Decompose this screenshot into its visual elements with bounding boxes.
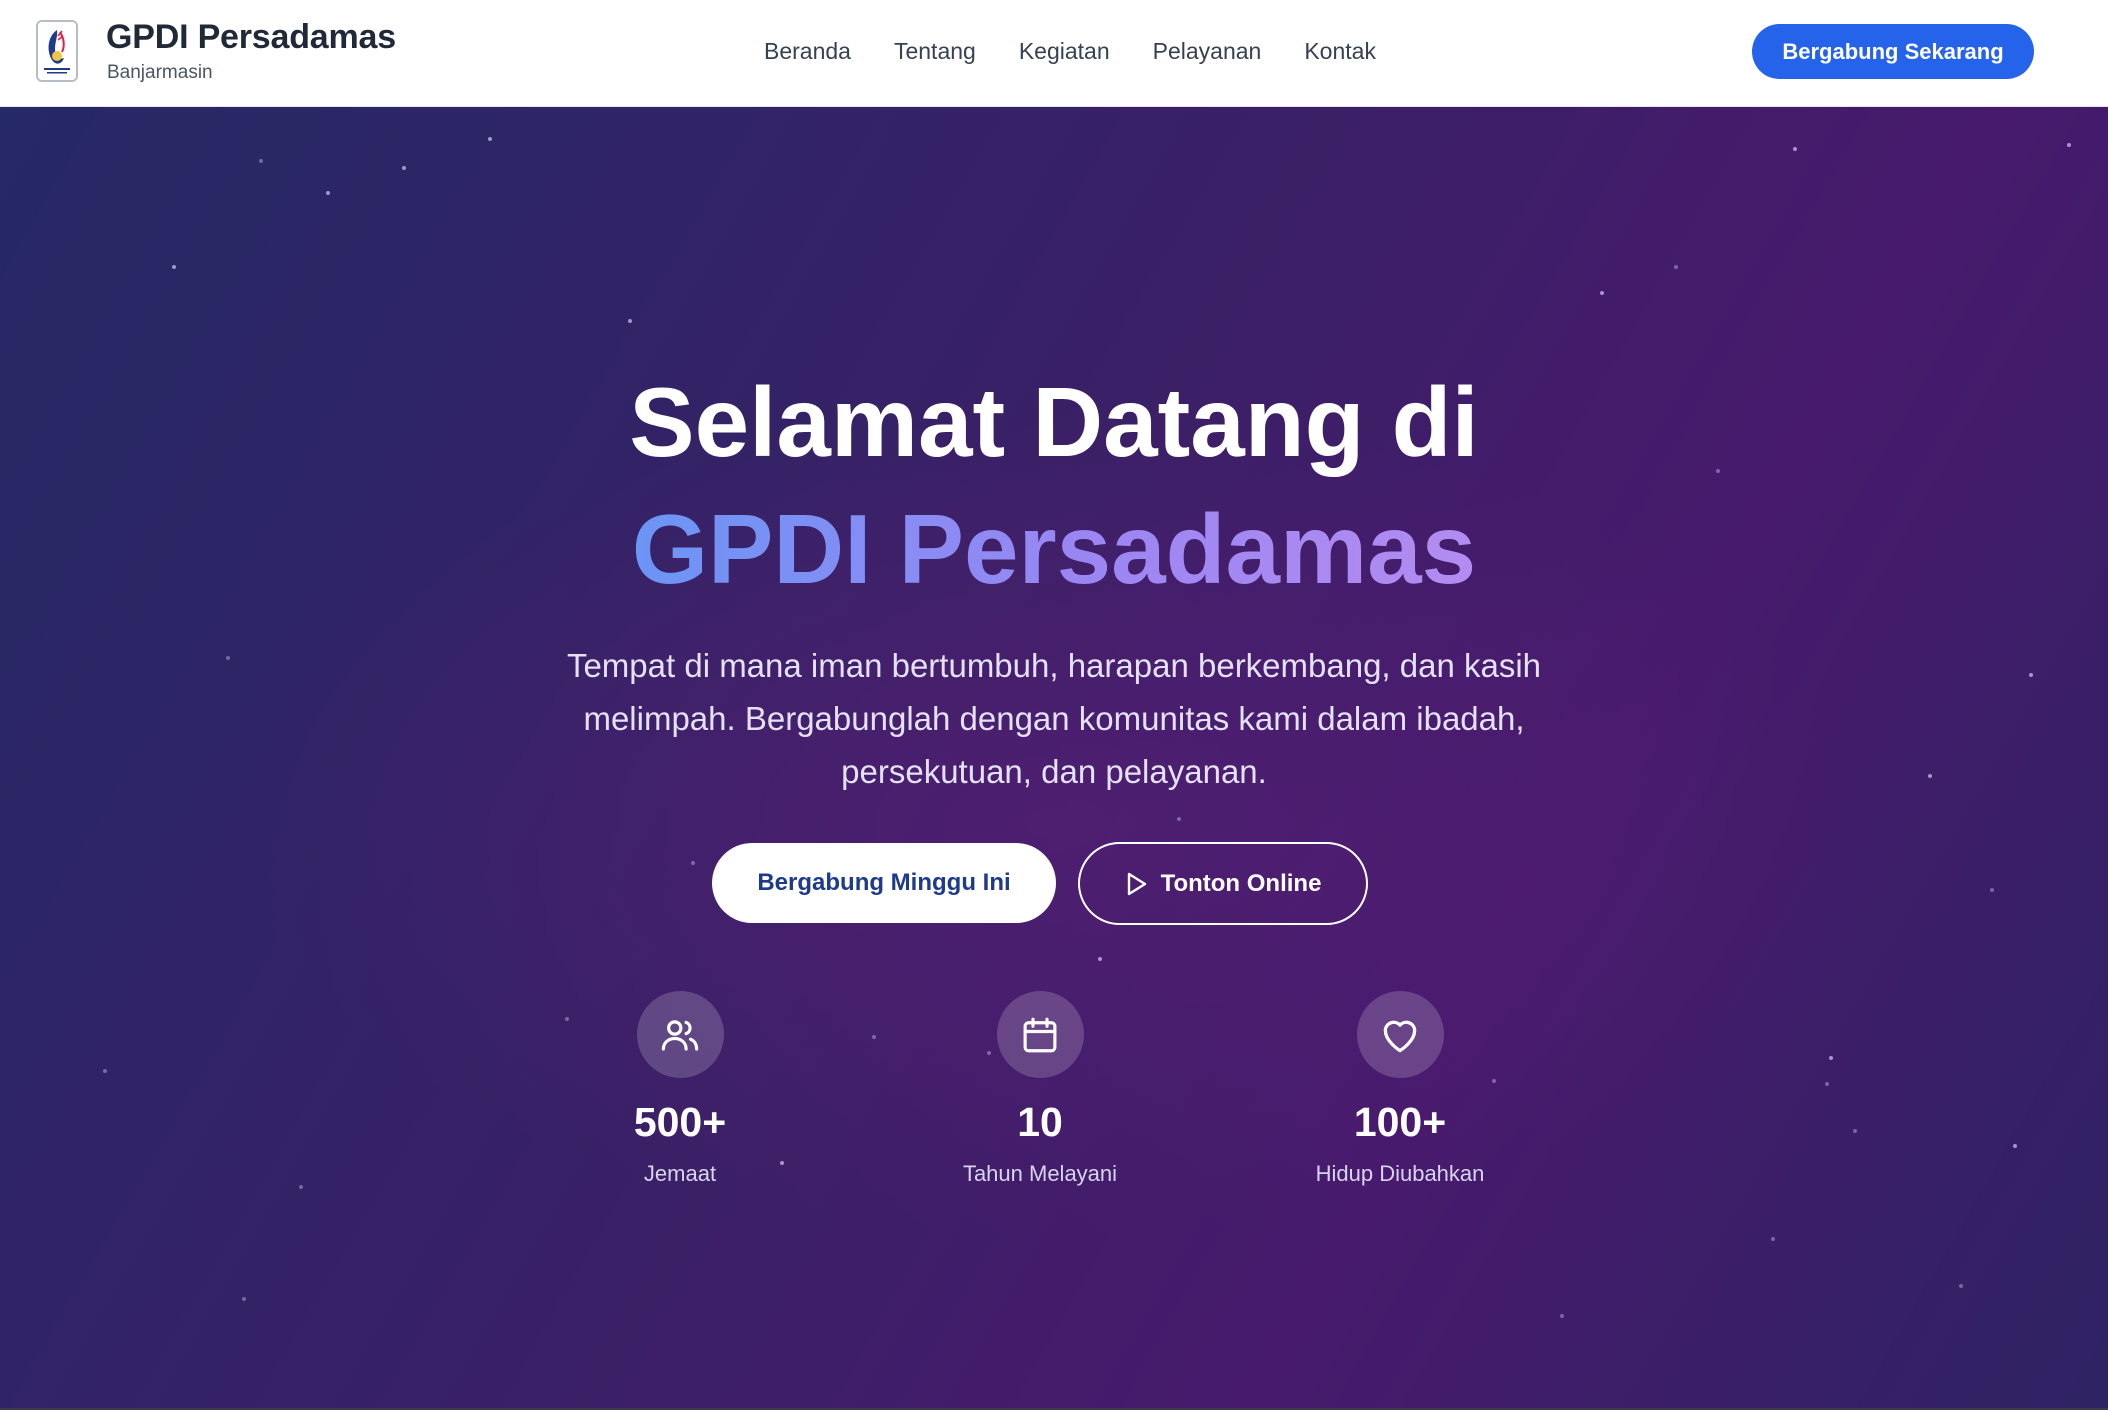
star bbox=[1600, 291, 1604, 295]
star bbox=[2067, 143, 2071, 147]
stat-years: 10 Tahun Melayani bbox=[910, 991, 1170, 1187]
star bbox=[872, 1035, 876, 1039]
star bbox=[1990, 888, 1994, 892]
star bbox=[2013, 1144, 2017, 1148]
site-header: GPDI Persadamas Banjarmasin Beranda Tent… bbox=[0, 0, 2108, 107]
heart-icon bbox=[1356, 991, 1444, 1078]
play-icon bbox=[1127, 872, 1146, 895]
star bbox=[1959, 1284, 1963, 1288]
main-nav: Beranda Tentang Kegiatan Pelayanan Konta… bbox=[764, 38, 1419, 65]
star bbox=[326, 191, 330, 195]
watch-online-label: Tonton Online bbox=[1160, 869, 1322, 897]
stat-years-value: 10 bbox=[1017, 1099, 1063, 1145]
star bbox=[488, 137, 492, 141]
star bbox=[1829, 1056, 1833, 1060]
star bbox=[1853, 1129, 1857, 1133]
hero-title: Selamat Datang di bbox=[629, 367, 1479, 477]
star bbox=[1793, 147, 1797, 151]
hero-section: Selamat Datang di GPDI Persadamas Tempat… bbox=[0, 107, 2108, 1410]
star bbox=[226, 656, 230, 660]
users-icon bbox=[636, 991, 724, 1078]
star bbox=[1674, 265, 1678, 269]
star bbox=[242, 1297, 246, 1301]
hero-description: Tempat di mana iman bertumbuh, harapan b… bbox=[566, 647, 1542, 790]
star bbox=[1560, 1314, 1564, 1318]
hero-title-church-name: GPDI Persadamas bbox=[631, 494, 1477, 604]
star bbox=[259, 159, 263, 163]
star bbox=[628, 319, 632, 323]
stat-lives-changed-label: Hidup Diubahkan bbox=[1315, 1161, 1485, 1187]
star bbox=[299, 1185, 303, 1189]
stat-members: 500+ Jemaat bbox=[550, 991, 810, 1187]
star bbox=[402, 166, 406, 170]
join-now-button[interactable]: Bergabung Sekarang bbox=[1752, 24, 2034, 79]
star bbox=[103, 1069, 107, 1073]
nav-item-kegiatan[interactable]: Kegiatan bbox=[1019, 38, 1110, 65]
star bbox=[1098, 957, 1102, 961]
brand-location: Banjarmasin bbox=[107, 62, 213, 83]
join-this-week-button[interactable]: Bergabung Minggu Ini bbox=[712, 843, 1056, 923]
nav-item-pelayanan[interactable]: Pelayanan bbox=[1153, 38, 1262, 65]
hero-title-highlight: GPDI Persadamas bbox=[0, 494, 2108, 604]
star bbox=[2029, 673, 2033, 677]
nav-item-tentang[interactable]: Tentang bbox=[894, 38, 976, 65]
star bbox=[1771, 1237, 1775, 1241]
stat-members-value: 500+ bbox=[633, 1099, 727, 1145]
star bbox=[1928, 774, 1932, 778]
nav-item-kontak[interactable]: Kontak bbox=[1304, 38, 1376, 65]
star bbox=[1177, 817, 1181, 821]
stat-years-label: Tahun Melayani bbox=[962, 1161, 1118, 1187]
star bbox=[691, 861, 695, 865]
nav-item-beranda[interactable]: Beranda bbox=[764, 38, 851, 65]
stat-lives-changed: 100+ Hidup Diubahkan bbox=[1270, 991, 1530, 1187]
calendar-icon bbox=[996, 991, 1084, 1078]
watch-online-button[interactable]: Tonton Online bbox=[1078, 842, 1368, 925]
star bbox=[1825, 1082, 1829, 1086]
church-logo[interactable] bbox=[36, 20, 78, 82]
brand-name[interactable]: GPDI Persadamas bbox=[106, 18, 396, 57]
stat-members-label: Jemaat bbox=[643, 1161, 717, 1187]
stat-lives-changed-value: 100+ bbox=[1353, 1099, 1447, 1145]
star bbox=[172, 265, 176, 269]
